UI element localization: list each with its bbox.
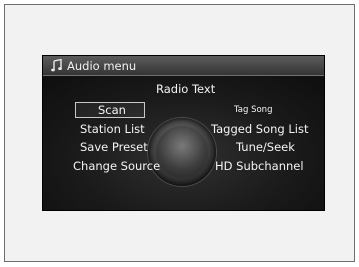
screen-title: Audio menu <box>67 59 137 73</box>
menu-item-station-list[interactable]: Station List <box>80 122 145 136</box>
menu-item-radio-text[interactable]: Radio Text <box>156 82 215 96</box>
menu-item-scan[interactable]: Scan <box>75 102 145 118</box>
music-note-icon <box>51 59 62 72</box>
menu-item-save-preset[interactable]: Save Preset <box>80 140 148 154</box>
page-frame: Audio menu Radio Text Scan Tag Song Stat… <box>4 4 355 262</box>
menu-item-tag-song[interactable]: Tag Song <box>234 104 272 116</box>
menu-area: Radio Text Scan Tag Song Station List Ta… <box>43 77 324 210</box>
menu-item-tune-seek[interactable]: Tune/Seek <box>236 140 295 154</box>
interface-dial-knob <box>148 118 216 186</box>
menu-item-hd-subchannel[interactable]: HD Subchannel <box>215 159 304 173</box>
title-bar: Audio menu <box>43 56 324 76</box>
menu-item-tagged-song-list[interactable]: Tagged Song List <box>211 122 308 136</box>
audio-menu-screen: Audio menu Radio Text Scan Tag Song Stat… <box>42 55 325 211</box>
menu-item-change-source[interactable]: Change Source <box>73 159 160 173</box>
